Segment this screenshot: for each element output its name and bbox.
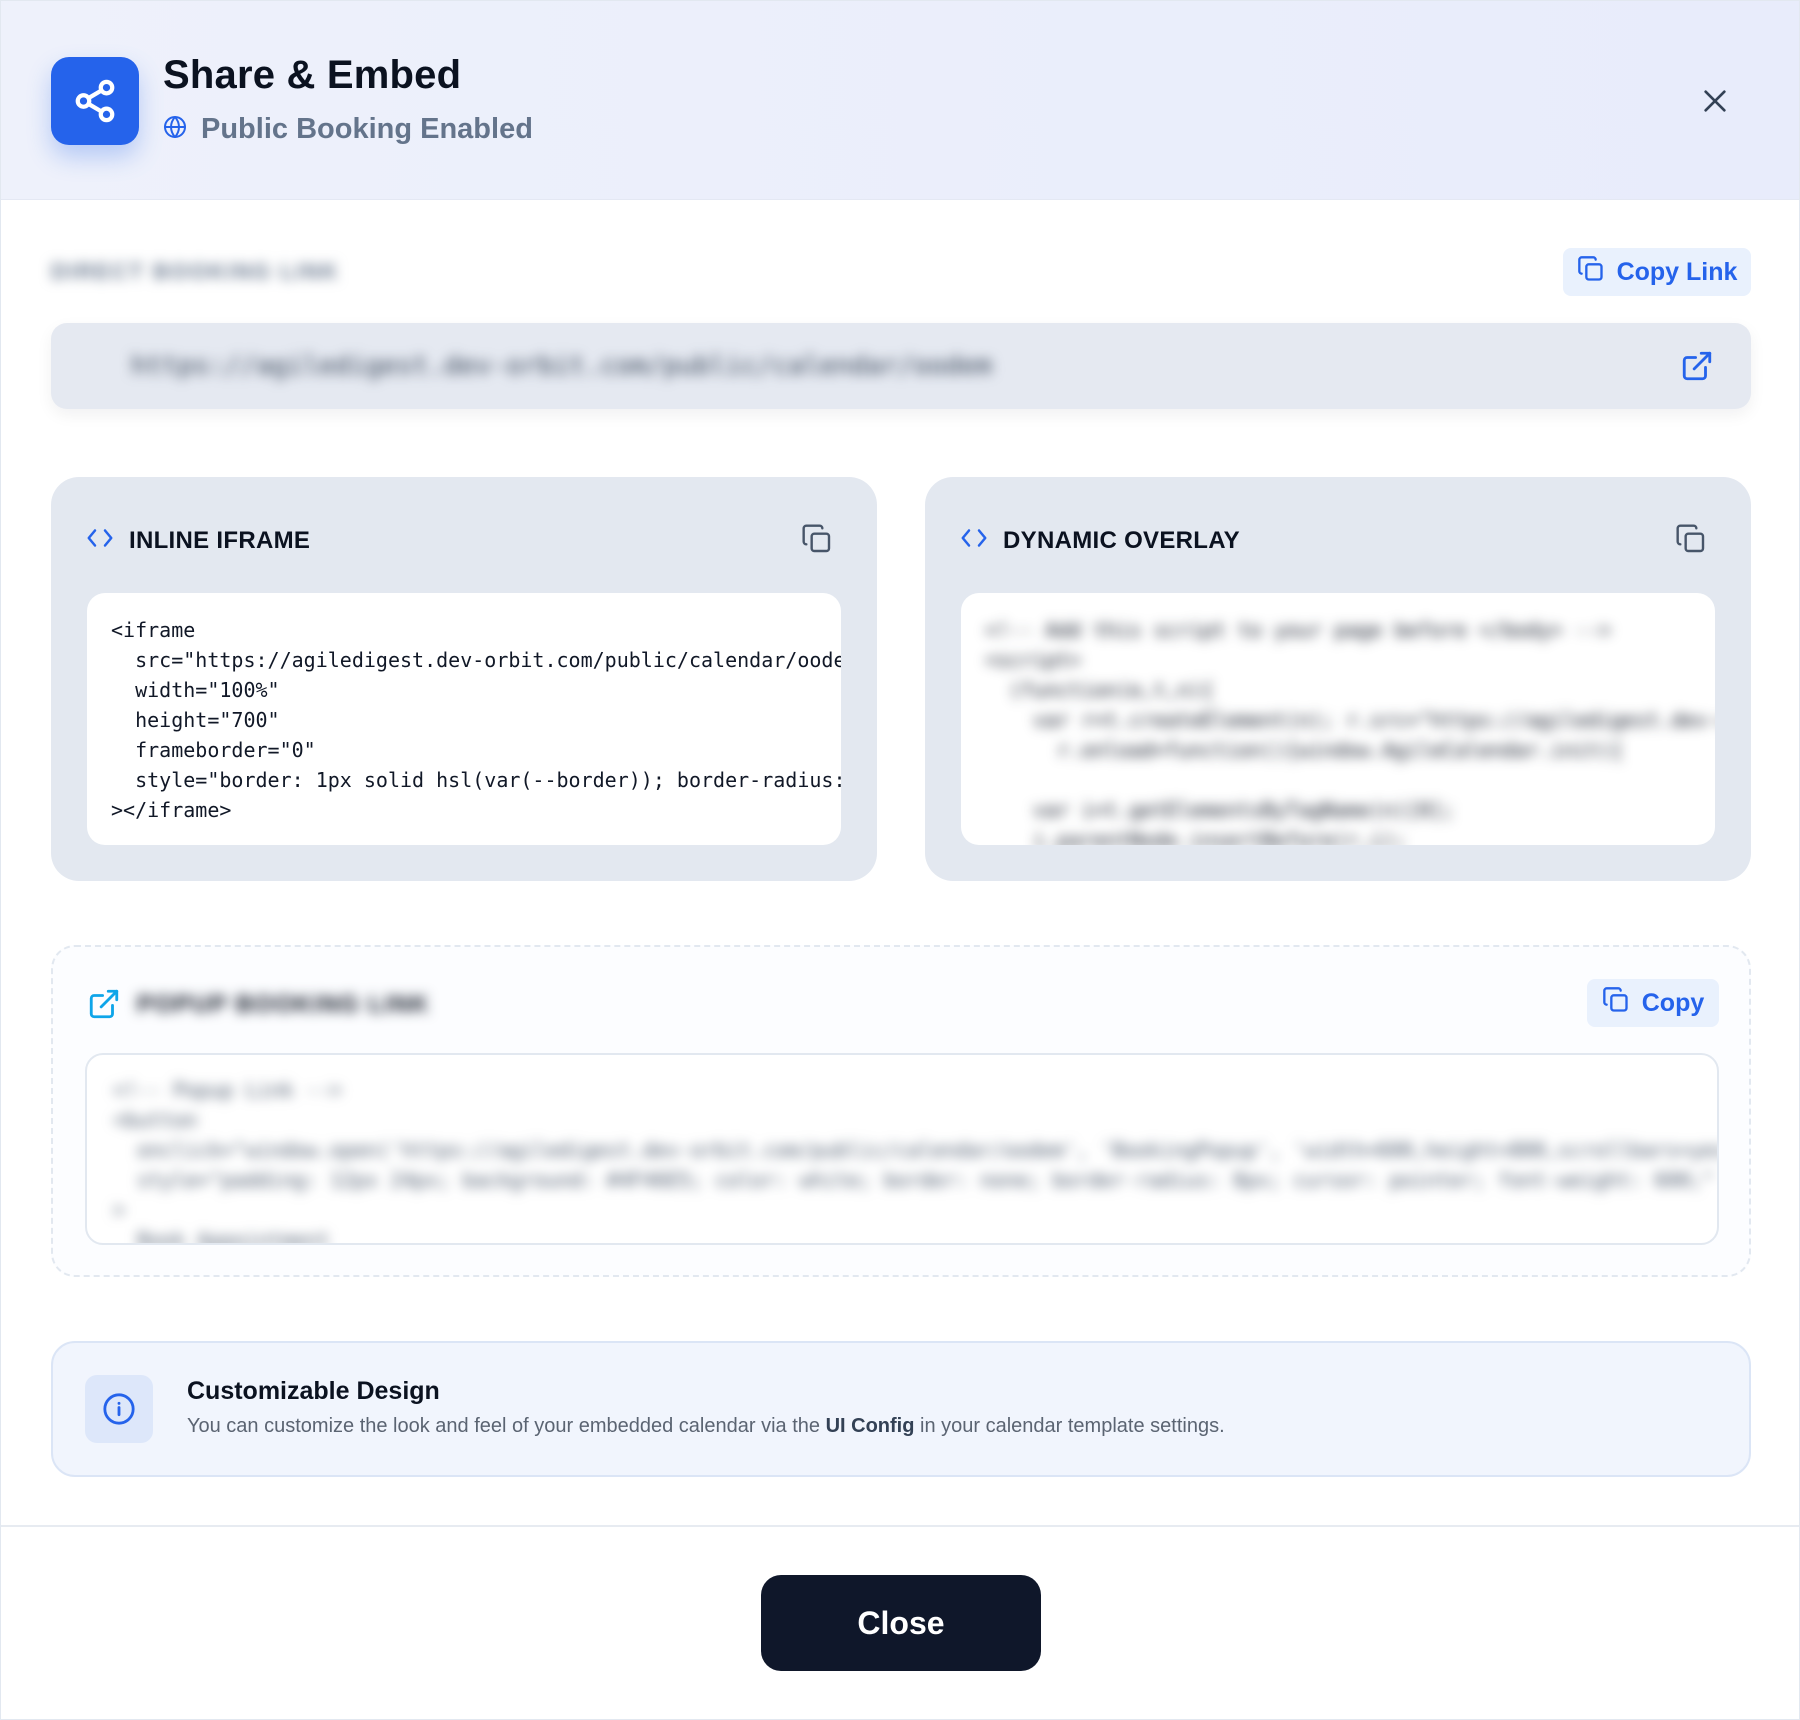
info-title: Customizable Design [187,1377,440,1405]
copy-icon [1602,986,1630,1021]
info-banner: Customizable Design You can customize th… [51,1341,1751,1477]
info-icon [85,1375,153,1443]
copy-link-label: Copy Link [1616,257,1738,286]
popup-link-section: POPUP BOOKING LINK Copy <!-- Popup Link … [51,945,1751,1277]
dynamic-overlay-header: DYNAMIC OVERLAY [959,523,1240,558]
booking-status: Public Booking Enabled [163,113,533,146]
share-embed-dialog: Share & Embed Public Booking Enabled DIR… [0,0,1800,1720]
info-text: You can customize the look and feel of y… [187,1415,1225,1438]
close-button[interactable]: Close [761,1575,1041,1671]
footer-divider [1,1525,1799,1527]
inline-iframe-header: INLINE IFRAME [85,523,310,558]
external-link-icon[interactable] [1677,346,1717,386]
external-link-icon [87,987,121,1021]
inline-iframe-code-block[interactable]: <iframe src="https://agiledigest.dev-orb… [87,593,841,845]
booking-status-text: Public Booking Enabled [201,113,533,145]
code-icon [959,523,989,558]
copy-icon[interactable] [1671,519,1711,559]
ui-config-text: UI Config [825,1415,915,1437]
inline-iframe-code: <iframe src="https://agiledigest.dev-orb… [111,618,841,822]
copy-icon [1577,255,1605,290]
close-icon[interactable] [1691,77,1739,125]
booking-url: https://agiledigest.dev-orbit.com/public… [131,351,992,381]
popup-link-code: <!-- Popup Link --> <button onclick="win… [113,1078,1719,1245]
dialog-title: Share & Embed [163,53,462,97]
code-icon [85,523,115,558]
direct-link-label: DIRECT BOOKING LINK [51,259,340,284]
inline-iframe-title: INLINE IFRAME [129,526,311,554]
info-text-end: in your calendar template settings. [914,1415,1225,1437]
dynamic-overlay-card: DYNAMIC OVERLAY <!-- Add this script to … [925,477,1751,881]
booking-url-field[interactable]: https://agiledigest.dev-orbit.com/public… [51,323,1751,409]
dynamic-overlay-code-block[interactable]: <!-- Add this script to your page before… [961,593,1715,845]
copy-icon[interactable] [797,519,837,559]
dialog-header: Share & Embed Public Booking Enabled [1,1,1799,200]
copy-popup-label: Copy [1641,988,1705,1017]
copy-link-button[interactable]: Copy Link [1563,248,1751,296]
info-text-start: You can customize the look and feel of y… [187,1415,826,1437]
share-icon [51,57,139,145]
globe-icon [163,115,187,144]
copy-popup-button[interactable]: Copy [1587,979,1719,1027]
popup-link-code-block[interactable]: <!-- Popup Link --> <button onclick="win… [85,1053,1719,1245]
inline-iframe-card: INLINE IFRAME <iframe src="https://agile… [51,477,877,881]
dynamic-overlay-title: DYNAMIC OVERLAY [1003,526,1240,554]
dynamic-overlay-code: <!-- Add this script to your page before… [985,618,1715,845]
popup-link-label: POPUP BOOKING LINK [137,991,430,1018]
